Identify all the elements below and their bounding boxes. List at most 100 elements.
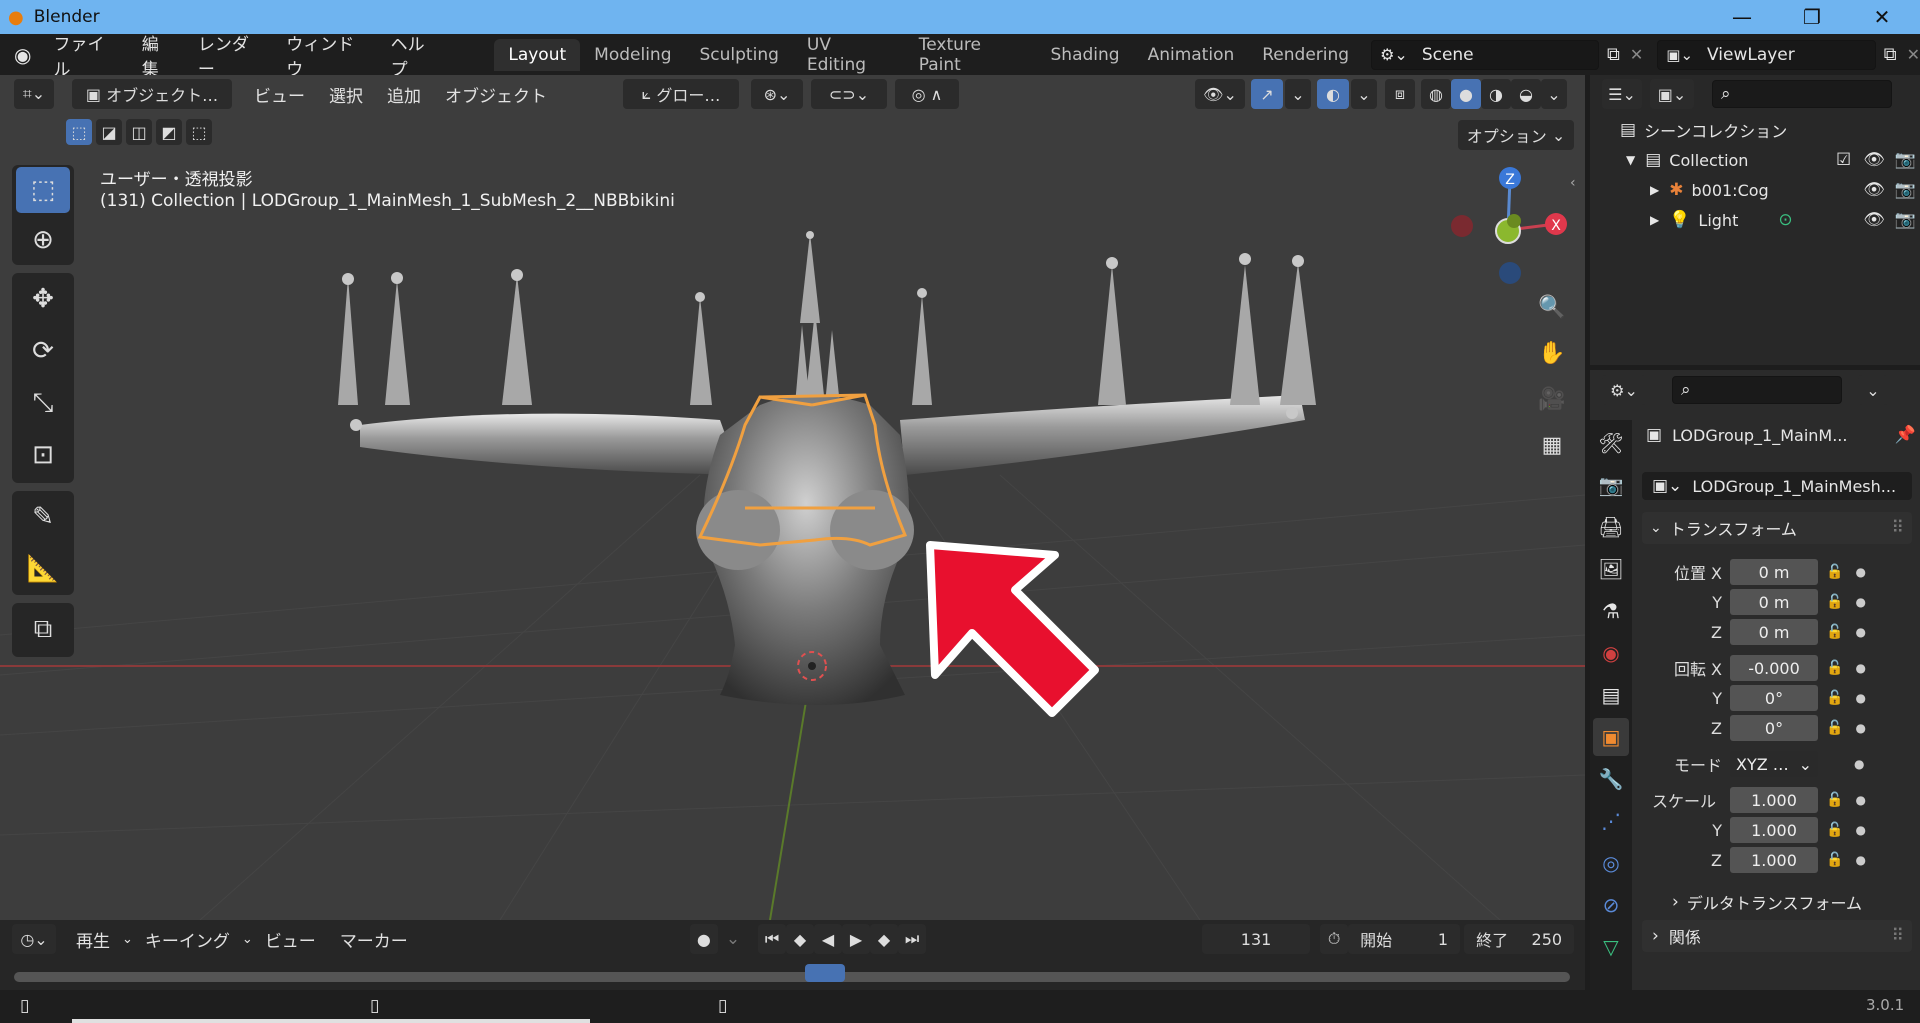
start-frame-field[interactable]: 開始 1 (1348, 924, 1461, 954)
properties-editor-icon[interactable]: ⚙⌄ (1602, 375, 1646, 405)
menu-view[interactable]: ビュー (242, 82, 317, 107)
minimize-button[interactable]: — (1712, 0, 1772, 34)
menu-marker[interactable]: マーカー (328, 927, 420, 952)
menu-add[interactable]: 追加 (375, 82, 433, 107)
expand-arrow-icon[interactable]: ▶ (1650, 183, 1659, 197)
keyframe-dot-icon[interactable]: ● (1854, 757, 1864, 771)
render-camera-icon[interactable]: 📷 (1895, 150, 1916, 170)
scene-tab-icon[interactable]: ⚗ (1593, 592, 1629, 630)
render-camera-icon[interactable]: 📷 (1895, 210, 1916, 230)
rotation-x-field[interactable]: -0.000 (1730, 655, 1818, 681)
playhead[interactable] (805, 964, 845, 982)
display-mode-icon[interactable]: ▣⌄ (1650, 79, 1694, 109)
tab-texture-paint[interactable]: Texture Paint (905, 29, 1037, 81)
select-box-tool-icon[interactable]: ⬚ (16, 167, 70, 213)
outliner-editor-icon[interactable]: ☰⌄ (1602, 79, 1642, 109)
lock-icon[interactable]: 🔓 (1826, 720, 1843, 736)
select-invert-icon[interactable]: ◩ (156, 119, 182, 145)
add-cube-tool-icon[interactable]: ⧉ (16, 605, 70, 653)
properties-options-icon[interactable]: ⌄ (1858, 375, 1888, 405)
scene-collection-row[interactable]: ▤ シーンコレクション (1620, 117, 1787, 143)
visibility-eye-icon[interactable]: 👁 (1863, 180, 1885, 200)
jump-end-icon[interactable]: ⏭ (898, 924, 927, 954)
copy-scene-icon[interactable]: ⧉ (1607, 44, 1620, 65)
annotate-tool-icon[interactable]: ✎ (16, 493, 70, 541)
pivot-point-icon[interactable]: ⊛⌄ (751, 79, 803, 109)
select-extend-icon[interactable]: ◪ (96, 119, 122, 145)
menu-help[interactable]: ヘルプ (379, 30, 451, 80)
viewlayer-selector[interactable]: ▣⌄ ViewLayer (1657, 39, 1876, 70)
location-y-field[interactable]: 0 m (1730, 589, 1818, 615)
keyframe-dot-icon[interactable]: ● (1855, 595, 1865, 609)
copy-viewlayer-icon[interactable]: ⧉ (1884, 44, 1897, 65)
menu-select[interactable]: 選択 (317, 82, 375, 107)
menu-window[interactable]: ウィンドウ (274, 30, 378, 80)
remove-viewlayer-icon[interactable]: ✕ (1907, 45, 1920, 64)
include-checkbox-icon[interactable]: ☑ (1836, 150, 1851, 170)
snap-icon[interactable]: ⊂⊃⌄ (811, 79, 887, 109)
scale-y-field[interactable]: 1.000 (1730, 817, 1818, 843)
current-frame-field[interactable]: 131 (1202, 924, 1311, 954)
wireframe-shading-icon[interactable]: ◍ (1421, 79, 1451, 109)
gizmo-dropdown-icon[interactable]: ⌄ (1285, 79, 1311, 109)
drag-handle-icon[interactable]: ⠿ (1892, 518, 1904, 538)
blender-menu-icon[interactable]: ◉ (14, 43, 31, 67)
outliner-row-cog[interactable]: ▶ ✱ b001:Cog 👁 📷 (1650, 177, 1916, 203)
overlay-dropdown-icon[interactable]: ⌄ (1351, 79, 1377, 109)
record-icon[interactable]: ● (689, 924, 718, 954)
tab-animation[interactable]: Animation (1134, 39, 1249, 71)
lock-icon[interactable]: 🔓 (1826, 852, 1843, 868)
cursor-tool-icon[interactable]: ⊕ (16, 217, 70, 263)
keyframe-dot-icon[interactable]: ● (1855, 853, 1865, 867)
lock-icon[interactable]: 🔓 (1826, 594, 1843, 610)
material-shading-icon[interactable]: ◑ (1481, 79, 1511, 109)
lock-icon[interactable]: 🔓 (1826, 564, 1843, 580)
navigation-gizmo[interactable]: Z X (1451, 167, 1567, 284)
select-subtract-icon[interactable]: ◫ (126, 119, 152, 145)
tab-modeling[interactable]: Modeling (580, 39, 685, 71)
overlay-toggle-icon[interactable]: ◐ (1317, 79, 1349, 109)
output-tab-icon[interactable]: 🖨 (1593, 508, 1629, 546)
data-tab-icon[interactable]: ▽ (1593, 928, 1629, 966)
keyframe-dot-icon[interactable]: ● (1855, 661, 1865, 675)
mode-dropdown[interactable]: ▣ オブジェクト… (72, 79, 232, 109)
rotation-mode-dropdown[interactable]: XYZ … ⌄ (1730, 751, 1818, 777)
delta-transform-header[interactable]: › デルタトランスフォーム (1672, 890, 1862, 914)
editor-type-button[interactable]: ⌗⌄ (14, 79, 54, 109)
rendered-shading-icon[interactable]: ◒ (1511, 79, 1541, 109)
expand-arrow-icon[interactable]: ▶ (1650, 213, 1659, 227)
shading-dropdown-icon[interactable]: ⌄ (1541, 79, 1567, 109)
menu-playback[interactable]: 再生 (64, 927, 122, 952)
location-x-field[interactable]: 0 m (1730, 559, 1818, 585)
visibility-icon[interactable]: 👁⌄ (1195, 79, 1245, 109)
lock-icon[interactable]: 🔓 (1826, 624, 1843, 640)
tab-shading[interactable]: Shading (1037, 39, 1134, 71)
perspective-grid-icon[interactable]: ▦ (1530, 423, 1574, 467)
transform-tool-icon[interactable]: ⊡ (16, 431, 70, 479)
rotate-tool-icon[interactable]: ⟳ (16, 327, 70, 375)
move-tool-icon[interactable]: ✥ (16, 275, 70, 323)
rotation-z-field[interactable]: 0° (1730, 715, 1818, 741)
properties-search[interactable]: ⌕ (1672, 376, 1842, 404)
keyframe-dot-icon[interactable]: ● (1855, 823, 1865, 837)
stopwatch-icon[interactable]: ⏱ (1320, 924, 1349, 954)
menu-object[interactable]: オブジェクト (433, 82, 559, 107)
menu-render[interactable]: レンダー (186, 30, 274, 80)
scale-z-field[interactable]: 1.000 (1730, 847, 1818, 873)
select-intersect-icon[interactable]: ⬚ (186, 119, 212, 145)
transform-orientation-dropdown[interactable]: ⟀ グロー… (623, 79, 739, 109)
outliner-row-collection[interactable]: ▼ ▤ Collection ☑ 👁 📷 (1626, 147, 1916, 173)
tab-rendering[interactable]: Rendering (1248, 39, 1363, 71)
relations-panel-header[interactable]: › 関係 ⠿ (1642, 920, 1912, 952)
keyframe-dot-icon[interactable]: ● (1855, 625, 1865, 639)
object-name[interactable]: LODGroup_1_MainM... (1672, 426, 1895, 445)
view-layer-tab-icon[interactable]: 🖼 (1593, 550, 1629, 588)
options-dropdown[interactable]: オプション ⌄ (1458, 120, 1574, 150)
lock-icon[interactable]: 🔓 (1826, 822, 1843, 838)
physics-tab-icon[interactable]: ◎ (1593, 844, 1629, 882)
menu-edit[interactable]: 編集 (130, 30, 186, 80)
particles-tab-icon[interactable]: ⋰ (1593, 802, 1629, 840)
keyframe-dot-icon[interactable]: ● (1855, 565, 1865, 579)
lock-icon[interactable]: 🔓 (1826, 792, 1843, 808)
end-frame-field[interactable]: 終了 250 (1464, 924, 1575, 954)
